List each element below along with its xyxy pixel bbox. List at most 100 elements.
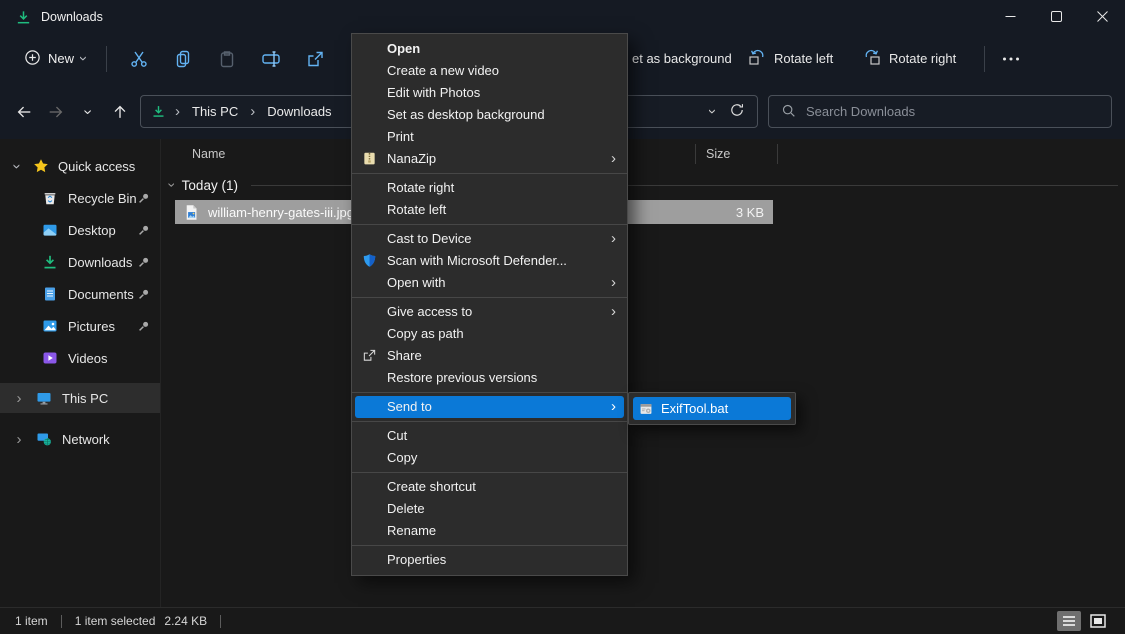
breadcrumb-downloads[interactable]: Downloads [263, 102, 335, 121]
sidebar-item-label: Downloads [68, 255, 132, 270]
sidebar-item-recycle-bin[interactable]: Recycle Bin [0, 182, 160, 214]
more-options-button[interactable] [994, 33, 1028, 84]
up-button[interactable] [104, 96, 136, 128]
item-count: 1 item [15, 614, 48, 628]
column-header-size[interactable]: Size [706, 139, 730, 169]
rename-button[interactable] [249, 42, 293, 76]
menu-item-rename[interactable]: Rename [352, 520, 627, 542]
menu-item-open-with[interactable]: Open with› [352, 272, 627, 294]
search-icon [781, 103, 796, 121]
pin-icon [138, 320, 150, 335]
context-menu: Open Create a new video Edit with Photos… [351, 33, 628, 576]
chevron-right-icon[interactable]: › [12, 391, 26, 406]
star-icon [33, 158, 49, 174]
status-divider [61, 615, 62, 628]
menu-item-rotate-left[interactable]: Rotate left [352, 199, 627, 221]
column-separator[interactable] [695, 144, 696, 164]
sidebar-item-videos[interactable]: Videos [0, 342, 160, 374]
group-header-today[interactable]: › Today (1) [170, 175, 1118, 195]
file-explorer-window: Downloads New › [0, 0, 1125, 634]
details-view-icon [1062, 615, 1076, 627]
pin-icon [138, 192, 150, 207]
menu-separator [352, 472, 627, 473]
breadcrumb-this-pc[interactable]: This PC [188, 102, 242, 121]
group-label: Today (1) [182, 178, 238, 193]
menu-item-open[interactable]: Open [352, 38, 627, 60]
menu-item-create-shortcut[interactable]: Create shortcut [352, 476, 627, 498]
network-icon [36, 431, 52, 447]
menu-item-send-to[interactable]: Send to› [355, 396, 624, 418]
sidebar-item-label: Pictures [68, 319, 115, 334]
search-box[interactable] [768, 95, 1112, 128]
menu-item-print[interactable]: Print [352, 126, 627, 148]
chevron-down-icon: › [76, 56, 91, 61]
sidebar-item-this-pc[interactable]: › This PC [0, 383, 160, 413]
status-bar: 1 item 1 item selected 2.24 KB [0, 607, 1125, 634]
menu-item-nanazip[interactable]: NanaZip› [352, 148, 627, 170]
breadcrumb-chevron-icon: › [175, 104, 180, 119]
rotate-left-button[interactable]: Rotate left [747, 33, 833, 84]
file-list: Name Size › Today (1) william-henry-gate… [161, 139, 1125, 607]
rotate-right-button[interactable]: Rotate right [862, 33, 956, 84]
copy-icon [173, 49, 193, 69]
recycle-bin-icon [42, 190, 58, 206]
network-label: Network [62, 432, 110, 447]
column-separator[interactable] [777, 144, 778, 164]
maximize-button[interactable] [1033, 0, 1079, 33]
sidebar-item-network[interactable]: › Network [0, 424, 160, 454]
paste-button[interactable] [205, 42, 249, 76]
address-dropdown-icon[interactable]: › [705, 109, 720, 114]
menu-item-share[interactable]: Share [352, 345, 627, 367]
menu-item-copy-as-path[interactable]: Copy as path [352, 323, 627, 345]
search-input[interactable] [806, 104, 1099, 119]
column-header-name[interactable]: Name [192, 139, 225, 169]
title-bar: Downloads [0, 0, 1125, 33]
menu-item-delete[interactable]: Delete [352, 498, 627, 520]
close-button[interactable] [1079, 0, 1125, 33]
set-as-background-button[interactable]: et as background [632, 33, 732, 84]
forward-button[interactable] [40, 96, 72, 128]
cut-button[interactable] [117, 42, 161, 76]
pin-icon [138, 224, 150, 239]
sidebar-item-pictures[interactable]: Pictures [0, 310, 160, 342]
menu-item-edit-with-photos[interactable]: Edit with Photos [352, 82, 627, 104]
submenu-item-exiftool-bat[interactable]: ExifTool.bat [633, 397, 791, 420]
sidebar-item-quick-access[interactable]: › Quick access [0, 150, 160, 182]
back-button[interactable] [8, 96, 40, 128]
downloads-folder-icon [151, 104, 167, 120]
share-button[interactable] [293, 42, 337, 76]
refresh-button[interactable] [729, 102, 745, 121]
downloads-icon [42, 254, 58, 270]
menu-separator [352, 545, 627, 546]
copy-button[interactable] [161, 42, 205, 76]
menu-item-cast-to-device[interactable]: Cast to Device› [352, 228, 627, 250]
chevron-right-icon[interactable]: › [12, 432, 26, 447]
menu-separator [352, 173, 627, 174]
sidebar-item-desktop[interactable]: Desktop [0, 214, 160, 246]
window-title: Downloads [41, 10, 103, 24]
minimize-button[interactable] [987, 0, 1033, 33]
menu-item-restore-previous-versions[interactable]: Restore previous versions [352, 367, 627, 389]
pin-icon [138, 256, 150, 271]
group-collapse-icon[interactable]: › [165, 183, 179, 188]
rotate-right-icon [862, 47, 882, 70]
menu-item-create-a-new-video[interactable]: Create a new video [352, 60, 627, 82]
menu-item-rotate-right[interactable]: Rotate right [352, 177, 627, 199]
submenu-arrow-icon: › [611, 272, 616, 293]
new-button[interactable]: New › [14, 42, 96, 76]
menu-item-cut[interactable]: Cut [352, 425, 627, 447]
menu-item-set-as-desktop-background[interactable]: Set as desktop background [352, 104, 627, 126]
selection-size: 2.24 KB [164, 614, 207, 628]
sidebar-item-documents[interactable]: Documents [0, 278, 160, 310]
toolbar-separator [106, 46, 107, 72]
recent-locations-button[interactable]: › [72, 96, 104, 128]
menu-item-give-access-to[interactable]: Give access to› [352, 301, 627, 323]
thumbnail-view-button[interactable] [1086, 611, 1110, 631]
details-view-button[interactable] [1057, 611, 1081, 631]
sidebar-item-downloads[interactable]: Downloads [0, 246, 160, 278]
documents-icon [42, 286, 58, 302]
menu-item-scan-with-defender[interactable]: Scan with Microsoft Defender... [352, 250, 627, 272]
menu-item-properties[interactable]: Properties [352, 549, 627, 571]
menu-item-copy[interactable]: Copy [352, 447, 627, 469]
chevron-down-icon[interactable]: › [10, 159, 25, 173]
